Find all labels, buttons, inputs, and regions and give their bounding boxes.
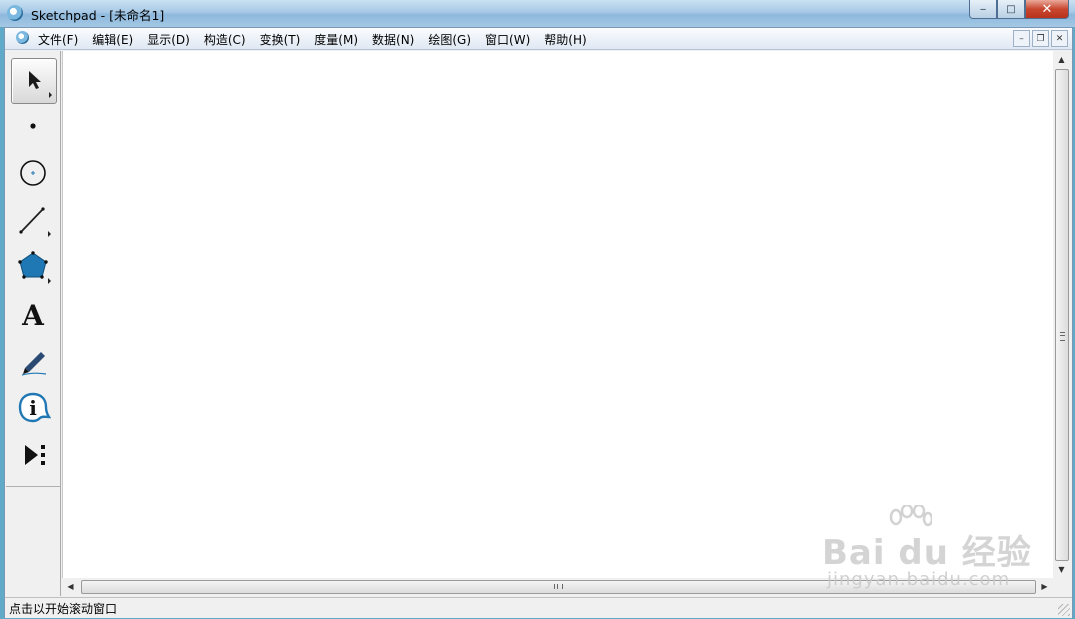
arrow-select-icon <box>29 71 52 98</box>
text-a-icon: A <box>21 299 45 332</box>
scroll-left-arrow-icon[interactable]: ◀ <box>62 578 79 595</box>
scrollbar-corner <box>1053 578 1070 595</box>
window-controls: ‒ □ ✕ <box>969 0 1069 19</box>
menu-window[interactable]: 窗口(W) <box>485 31 530 48</box>
info-tool-glyph: i <box>29 396 37 420</box>
menu-number[interactable]: 数据(N) <box>372 31 414 48</box>
play-custom-icon <box>25 445 45 465</box>
point-tool[interactable] <box>11 104 55 148</box>
menu-measure[interactable]: 度量(M) <box>314 31 358 48</box>
arrow-tool[interactable] <box>11 58 57 104</box>
menu-transform[interactable]: 变换(T) <box>260 31 301 48</box>
text-tool[interactable]: A <box>11 292 55 336</box>
sketch-canvas[interactable] <box>62 51 1053 578</box>
polygon-tool[interactable] <box>11 245 55 289</box>
document-icon[interactable] <box>16 31 29 44</box>
scroll-up-arrow-icon[interactable]: ▲ <box>1053 51 1070 68</box>
pentagon-icon <box>18 251 51 284</box>
menu-graph[interactable]: 绘图(G) <box>428 31 471 48</box>
resize-grip-icon[interactable] <box>1058 604 1070 616</box>
doc-restore-button[interactable]: ❐ <box>1032 30 1049 47</box>
window-title: Sketchpad - [未命名1] <box>31 8 165 23</box>
minimize-button[interactable]: ‒ <box>969 0 997 19</box>
scroll-right-arrow-icon[interactable]: ▶ <box>1036 578 1053 595</box>
compass-tool[interactable] <box>11 151 55 195</box>
information-tool[interactable]: i <box>11 386 55 430</box>
menu-file[interactable]: 文件(F) <box>38 31 78 48</box>
info-icon: i <box>18 392 52 423</box>
title-bar: Sketchpad - [未命名1] ‒ □ ✕ <box>0 0 1075 27</box>
toolbox-divider <box>6 486 60 487</box>
doc-close-button[interactable]: ✕ <box>1051 30 1068 47</box>
vertical-scroll-thumb[interactable] <box>1055 69 1069 561</box>
menu-construct[interactable]: 构造(C) <box>204 31 246 48</box>
status-bar: 点击以开始滚动窗口 <box>5 597 1072 618</box>
menu-edit[interactable]: 编辑(E) <box>92 31 133 48</box>
segment-icon <box>19 207 51 237</box>
text-tool-glyph: A <box>21 299 45 332</box>
compass-circle-icon <box>20 160 46 186</box>
vertical-scrollbar[interactable]: ▲ ▼ <box>1053 51 1070 578</box>
horizontal-scroll-thumb[interactable] <box>81 580 1036 594</box>
point-icon <box>30 123 36 129</box>
grip-icon <box>554 584 563 589</box>
marker-tool[interactable] <box>11 339 55 383</box>
menu-help[interactable]: 帮助(H) <box>544 31 586 48</box>
grip-icon <box>1060 332 1065 341</box>
menu-bar: 文件(F) 编辑(E) 显示(D) 构造(C) 变换(T) 度量(M) 数据(N… <box>5 28 1072 50</box>
custom-tool[interactable] <box>11 433 55 477</box>
status-text: 点击以开始滚动窗口 <box>9 602 118 616</box>
horizontal-scrollbar[interactable]: ◀ ▶ <box>62 578 1053 595</box>
toolbox: A i <box>6 51 61 596</box>
doc-minimize-button[interactable]: – <box>1013 30 1030 47</box>
marker-pen-icon <box>21 352 47 376</box>
main-window: 文件(F) 编辑(E) 显示(D) 构造(C) 变换(T) 度量(M) 数据(N… <box>4 27 1073 618</box>
close-button[interactable]: ✕ <box>1025 0 1069 19</box>
scroll-down-arrow-icon[interactable]: ▼ <box>1053 561 1070 578</box>
document-window-controls: – ❐ ✕ <box>1013 30 1068 47</box>
maximize-button[interactable]: □ <box>997 0 1025 19</box>
straightedge-tool[interactable] <box>11 198 55 242</box>
menu-display[interactable]: 显示(D) <box>147 31 190 48</box>
sketchpad-app-icon[interactable] <box>7 5 23 21</box>
